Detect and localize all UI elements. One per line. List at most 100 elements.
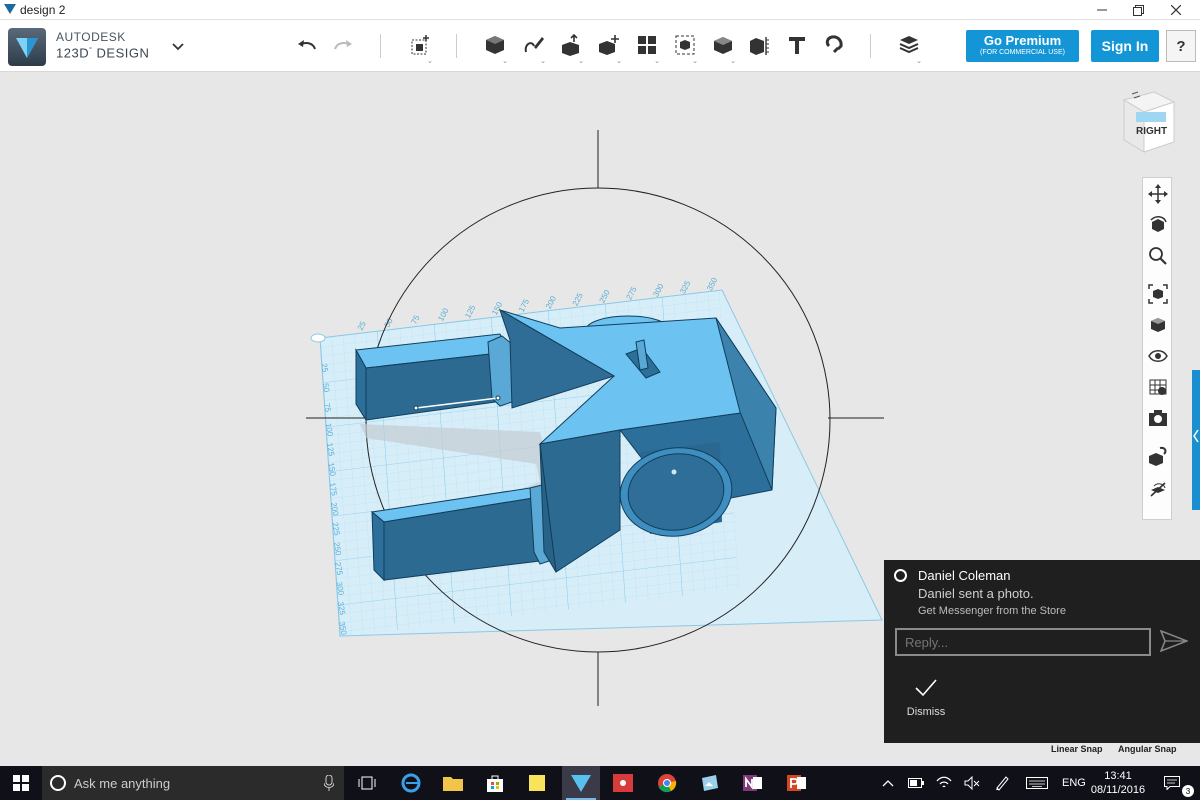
taskbar-edge[interactable] bbox=[392, 766, 430, 800]
taskbar-recorder[interactable] bbox=[604, 766, 642, 800]
views-button[interactable] bbox=[1146, 313, 1170, 337]
battery-indicator[interactable] bbox=[908, 766, 924, 800]
microphone-icon[interactable] bbox=[324, 775, 334, 791]
close-icon bbox=[1171, 5, 1181, 15]
material-button[interactable]: ⌄ bbox=[894, 30, 924, 65]
battery-icon bbox=[908, 778, 924, 788]
measure-icon bbox=[750, 37, 769, 55]
taskbar-file-explorer[interactable] bbox=[434, 766, 472, 800]
ruler-tick-label: 100 bbox=[436, 306, 450, 322]
orbit-button[interactable] bbox=[1146, 213, 1170, 237]
task-view-button[interactable] bbox=[348, 766, 386, 800]
brand-design: DESIGN bbox=[96, 45, 150, 61]
start-button[interactable] bbox=[0, 766, 42, 800]
record-icon bbox=[613, 774, 633, 792]
app-menu-dropdown[interactable] bbox=[172, 40, 184, 54]
measure-button[interactable] bbox=[744, 30, 774, 60]
zoom-button[interactable] bbox=[1146, 244, 1170, 268]
snap-button[interactable] bbox=[820, 30, 850, 60]
notification-source[interactable]: Get Messenger from the Store bbox=[918, 605, 1066, 617]
taskbar-powerpoint[interactable] bbox=[778, 766, 816, 800]
primitives-button[interactable]: ⌄ bbox=[405, 30, 435, 65]
close-button[interactable] bbox=[1158, 0, 1194, 20]
chevron-up-icon bbox=[882, 780, 894, 787]
view-cube-face-label[interactable]: RIGHT bbox=[1136, 126, 1167, 137]
camera-button[interactable] bbox=[1146, 406, 1170, 430]
main-toolbar: AUTODESK 123D° DESIGN ⌄ ⌄ ⌄ ⌄ ⌄ ⌄ ⌄ ⌄ ⌄ … bbox=[0, 20, 1200, 72]
camera-icon bbox=[1149, 410, 1167, 426]
brand-line-2: 123D° DESIGN bbox=[56, 45, 150, 61]
volume-indicator[interactable] bbox=[964, 766, 980, 800]
onenote-icon bbox=[743, 775, 762, 791]
powerpoint-icon bbox=[787, 775, 806, 791]
pan-button[interactable] bbox=[1146, 182, 1170, 206]
hide-sketch-button[interactable] bbox=[1146, 478, 1170, 502]
ruler-tick-label: 300 bbox=[334, 581, 345, 596]
title-bar: design 2 bbox=[0, 0, 1200, 20]
cortana-search-box[interactable]: Ask me anything bbox=[42, 766, 344, 800]
undo-icon bbox=[298, 40, 316, 50]
pen-workspace-button[interactable] bbox=[994, 766, 1010, 800]
taskbar-sticky-notes[interactable] bbox=[518, 766, 556, 800]
ruler-tick-label: 350 bbox=[337, 621, 348, 636]
modify-button[interactable]: ⌄ bbox=[594, 30, 624, 65]
angular-snap-label[interactable]: Angular Snap bbox=[1118, 744, 1177, 754]
fit-icon bbox=[1148, 284, 1168, 304]
photo-app-icon bbox=[702, 775, 718, 791]
taskbar-photo-app[interactable] bbox=[690, 766, 728, 800]
brand-logo[interactable] bbox=[8, 28, 46, 66]
touch-keyboard-button[interactable] bbox=[1026, 766, 1048, 800]
notification-count-badge: 3 bbox=[1182, 785, 1194, 797]
sketch-icon bbox=[524, 37, 544, 53]
primitives-menu-button[interactable]: ⌄ bbox=[480, 30, 510, 65]
sign-in-button[interactable]: Sign In bbox=[1091, 30, 1159, 62]
navigation-bar bbox=[1142, 177, 1172, 520]
help-button[interactable]: ? bbox=[1166, 30, 1196, 62]
text-button[interactable] bbox=[782, 30, 812, 60]
send-button[interactable] bbox=[1159, 629, 1190, 657]
grid-material-icon bbox=[1149, 379, 1167, 395]
ruler-tick-label: 225 bbox=[330, 522, 341, 537]
combine-button[interactable]: ⌄ bbox=[708, 30, 738, 65]
maximize-button[interactable] bbox=[1120, 0, 1156, 20]
folder-icon bbox=[443, 777, 463, 791]
panel-expand-tab[interactable] bbox=[1192, 370, 1200, 510]
taskbar-123d-design[interactable] bbox=[562, 766, 600, 800]
linear-snap-label[interactable]: Linear Snap bbox=[1051, 744, 1103, 754]
fit-button[interactable] bbox=[1146, 282, 1170, 306]
cube-icon bbox=[486, 36, 504, 54]
wifi-indicator[interactable] bbox=[936, 766, 952, 800]
dismiss-button[interactable]: Dismiss bbox=[902, 678, 950, 718]
layers-icon bbox=[899, 36, 919, 54]
sketch-button[interactable]: ⌄ bbox=[518, 30, 548, 65]
group-icon bbox=[675, 35, 695, 55]
show-hidden-icons-button[interactable] bbox=[882, 766, 894, 800]
taskbar-store[interactable] bbox=[476, 766, 514, 800]
language-indicator[interactable]: ENG bbox=[1062, 766, 1086, 800]
snap-cube-icon bbox=[1149, 446, 1167, 466]
views-cube-icon bbox=[1151, 318, 1165, 332]
taskbar-chrome[interactable] bbox=[648, 766, 686, 800]
chevron-down-icon bbox=[172, 43, 184, 51]
material-toggle-button[interactable] bbox=[1146, 375, 1170, 399]
checkmark-icon bbox=[915, 679, 937, 697]
redo-button[interactable] bbox=[328, 30, 358, 60]
undo-button[interactable] bbox=[292, 30, 322, 60]
view-cube[interactable]: RIGHT bbox=[1118, 88, 1178, 161]
visibility-button[interactable] bbox=[1146, 344, 1170, 368]
ruler-tick-label: 200 bbox=[544, 294, 558, 310]
pattern-button[interactable]: ⌄ bbox=[632, 30, 662, 65]
taskbar-onenote[interactable] bbox=[734, 766, 772, 800]
grouping-button[interactable]: ⌄ bbox=[670, 30, 700, 65]
notification-toast: Daniel Coleman Daniel sent a photo. Get … bbox=[884, 560, 1200, 743]
system-clock[interactable]: 13:41 08/11/2016 bbox=[1090, 769, 1146, 797]
pen-icon bbox=[996, 776, 1009, 791]
snap-settings-button[interactable] bbox=[1146, 444, 1170, 468]
window-title: design 2 bbox=[20, 3, 66, 17]
go-premium-button[interactable]: Go Premium (FOR COMMERCIAL USE) bbox=[966, 30, 1079, 62]
construct-button[interactable]: ⌄ bbox=[556, 30, 586, 65]
ruler-tick-label: 250 bbox=[332, 541, 343, 556]
reply-input[interactable] bbox=[895, 628, 1151, 656]
action-center-button[interactable] bbox=[1164, 766, 1180, 800]
minimize-button[interactable] bbox=[1084, 0, 1120, 20]
